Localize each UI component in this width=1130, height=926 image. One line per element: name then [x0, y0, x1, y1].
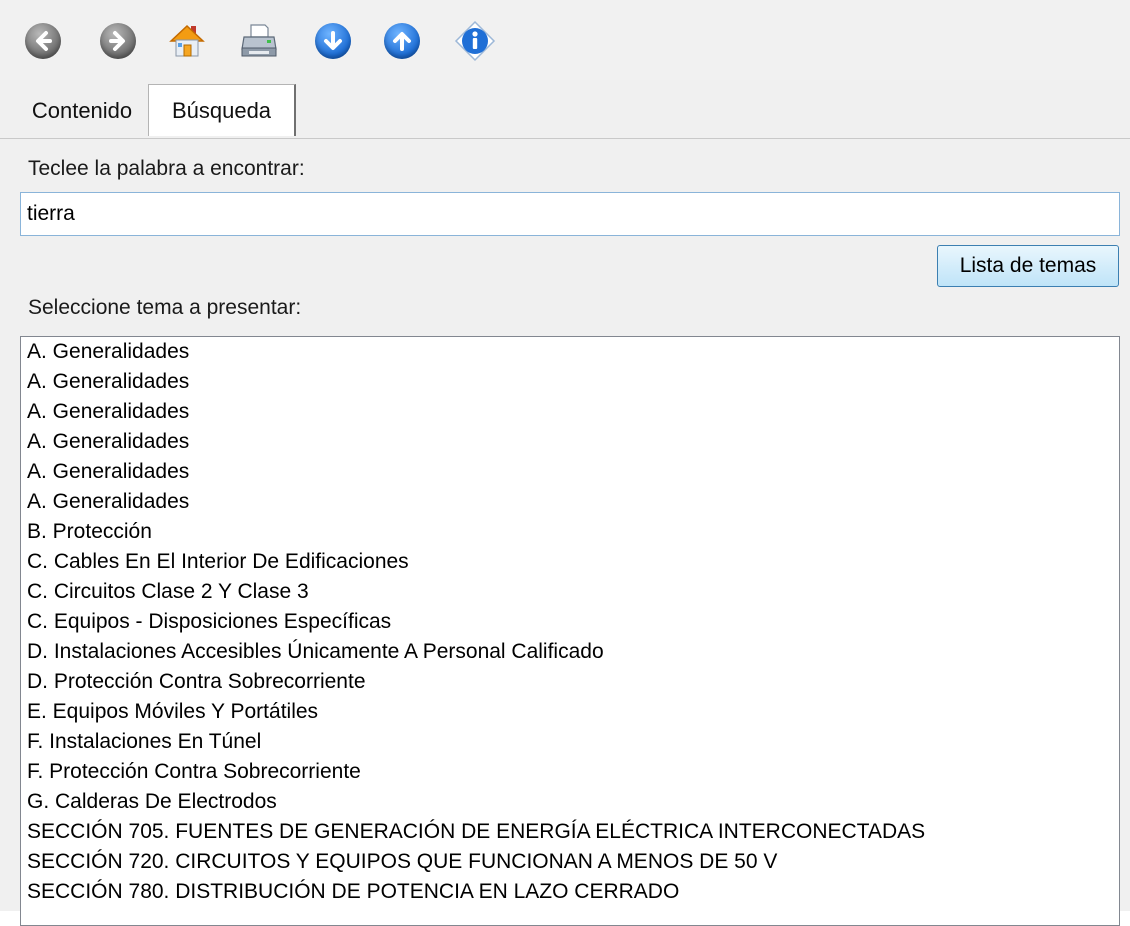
topic-list-prompt-label: Seleccione tema a presentar:: [28, 296, 302, 319]
arrow-right-icon: [100, 23, 136, 59]
home-icon: [169, 24, 205, 57]
list-item[interactable]: B. Protección: [21, 517, 1119, 547]
home-button[interactable]: [166, 20, 208, 62]
list-item[interactable]: A. Generalidades: [21, 487, 1119, 517]
list-item[interactable]: D. Protección Contra Sobrecorriente: [21, 667, 1119, 697]
list-item[interactable]: SECCIÓN 720. CIRCUITOS Y EQUIPOS QUE FUN…: [21, 847, 1119, 877]
list-item[interactable]: F. Instalaciones En Túnel: [21, 727, 1119, 757]
search-prompt-label: Teclee la palabra a encontrar:: [28, 157, 305, 180]
list-item[interactable]: A. Generalidades: [21, 427, 1119, 457]
tab-strip: Contenido Búsqueda: [0, 80, 1130, 139]
toolbar: [0, 0, 1130, 81]
list-item[interactable]: A. Generalidades: [21, 367, 1119, 397]
topic-list-button[interactable]: Lista de temas: [937, 245, 1119, 287]
search-input[interactable]: [20, 192, 1120, 236]
list-item[interactable]: E. Equipos Móviles Y Portátiles: [21, 697, 1119, 727]
list-item[interactable]: C. Cables En El Interior De Edificacione…: [21, 547, 1119, 577]
list-item[interactable]: F. Protección Contra Sobrecorriente: [21, 757, 1119, 787]
list-item[interactable]: G. Calderas De Electrodos: [21, 787, 1119, 817]
back-button[interactable]: [22, 20, 64, 62]
list-item[interactable]: C. Circuitos Clase 2 Y Clase 3: [21, 577, 1119, 607]
forward-button[interactable]: [97, 20, 139, 62]
search-panel: Teclee la palabra a encontrar: Lista de …: [0, 139, 1130, 926]
topic-listbox[interactable]: A. Generalidades A. Generalidades A. Gener…: [20, 336, 1120, 926]
list-item[interactable]: A. Generalidades: [21, 337, 1119, 367]
print-button[interactable]: [238, 20, 280, 62]
info-icon: [454, 20, 496, 62]
list-item[interactable]: C. Equipos - Disposiciones Específicas: [21, 607, 1119, 637]
about-button[interactable]: [454, 20, 496, 62]
printer-icon: [241, 24, 277, 57]
list-item[interactable]: D. Instalaciones Accesibles Únicamente A…: [21, 637, 1119, 667]
list-item[interactable]: A. Generalidades: [21, 457, 1119, 487]
previous-topic-button[interactable]: [381, 20, 423, 62]
list-item[interactable]: SECCIÓN 705. FUENTES DE GENERACIÓN DE EN…: [21, 817, 1119, 847]
next-topic-button[interactable]: [312, 20, 354, 62]
arrow-up-icon: [384, 23, 420, 59]
tab-busqueda[interactable]: Búsqueda: [148, 84, 296, 136]
arrow-left-icon: [25, 23, 61, 59]
list-item[interactable]: SECCIÓN 780. DISTRIBUCIÓN DE POTENCIA EN…: [21, 877, 1119, 907]
tab-contenido[interactable]: Contenido: [14, 92, 150, 130]
arrow-down-icon: [315, 23, 351, 59]
list-item[interactable]: A. Generalidades: [21, 397, 1119, 427]
